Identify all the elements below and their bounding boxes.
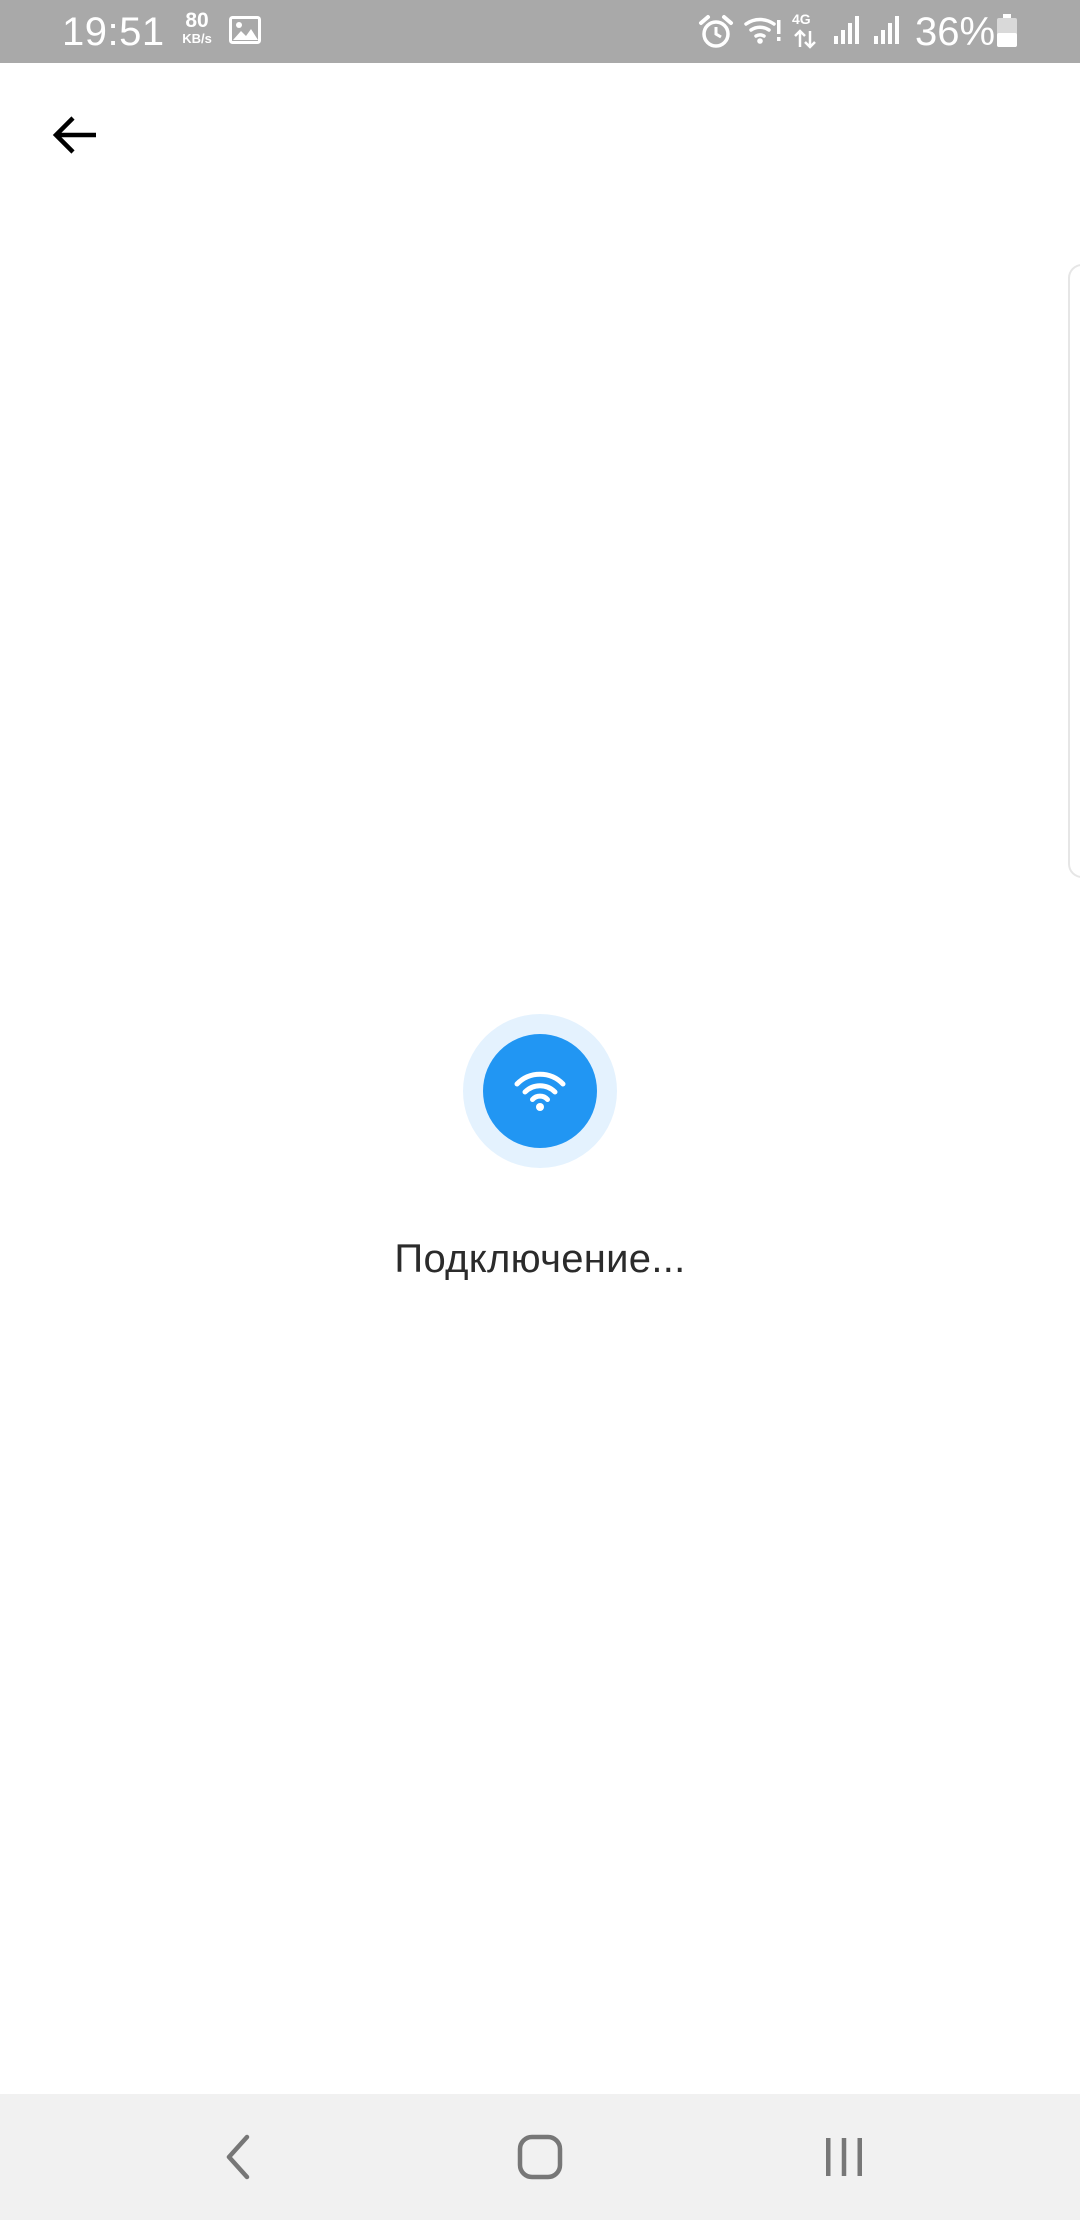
battery-icon	[997, 14, 1017, 47]
gallery-icon	[229, 16, 261, 44]
chevron-left-icon	[226, 2134, 250, 2180]
arrow-left-icon	[52, 116, 96, 154]
connecting-indicator	[463, 1014, 617, 1168]
network-speed-unit: KB/s	[182, 31, 212, 46]
network-type-label: 4G	[792, 11, 811, 27]
connecting-indicator-inner	[483, 1034, 597, 1148]
nav-home-button[interactable]	[480, 2094, 600, 2220]
status-time: 19:51	[62, 10, 165, 54]
signal-icon	[834, 16, 859, 44]
battery-percent: 36%	[915, 10, 996, 54]
data-arrows-icon	[794, 29, 816, 49]
back-button[interactable]	[40, 100, 110, 170]
status-bar: 19:51 80 KB/s 4G 36%	[0, 0, 1080, 63]
recents-icon	[826, 2138, 862, 2176]
wifi-icon	[744, 17, 781, 44]
home-icon	[517, 2134, 563, 2180]
mobile-data-indicator: 4G	[790, 11, 820, 51]
nav-back-button[interactable]	[178, 2094, 298, 2220]
navigation-bar	[0, 2094, 1080, 2220]
signal-icon	[874, 16, 899, 44]
nav-recents-button[interactable]	[784, 2094, 904, 2220]
network-speed-indicator: 80 KB/s	[177, 10, 217, 46]
connecting-screen: 19:51 80 KB/s 4G 36% Подключение...	[0, 0, 1080, 2220]
alarm-icon	[699, 15, 733, 48]
network-speed-value: 80	[185, 9, 209, 32]
edge-panel-handle[interactable]	[1068, 264, 1080, 878]
connecting-status-text: Подключение...	[394, 1237, 686, 1281]
wifi-icon	[514, 1071, 566, 1111]
